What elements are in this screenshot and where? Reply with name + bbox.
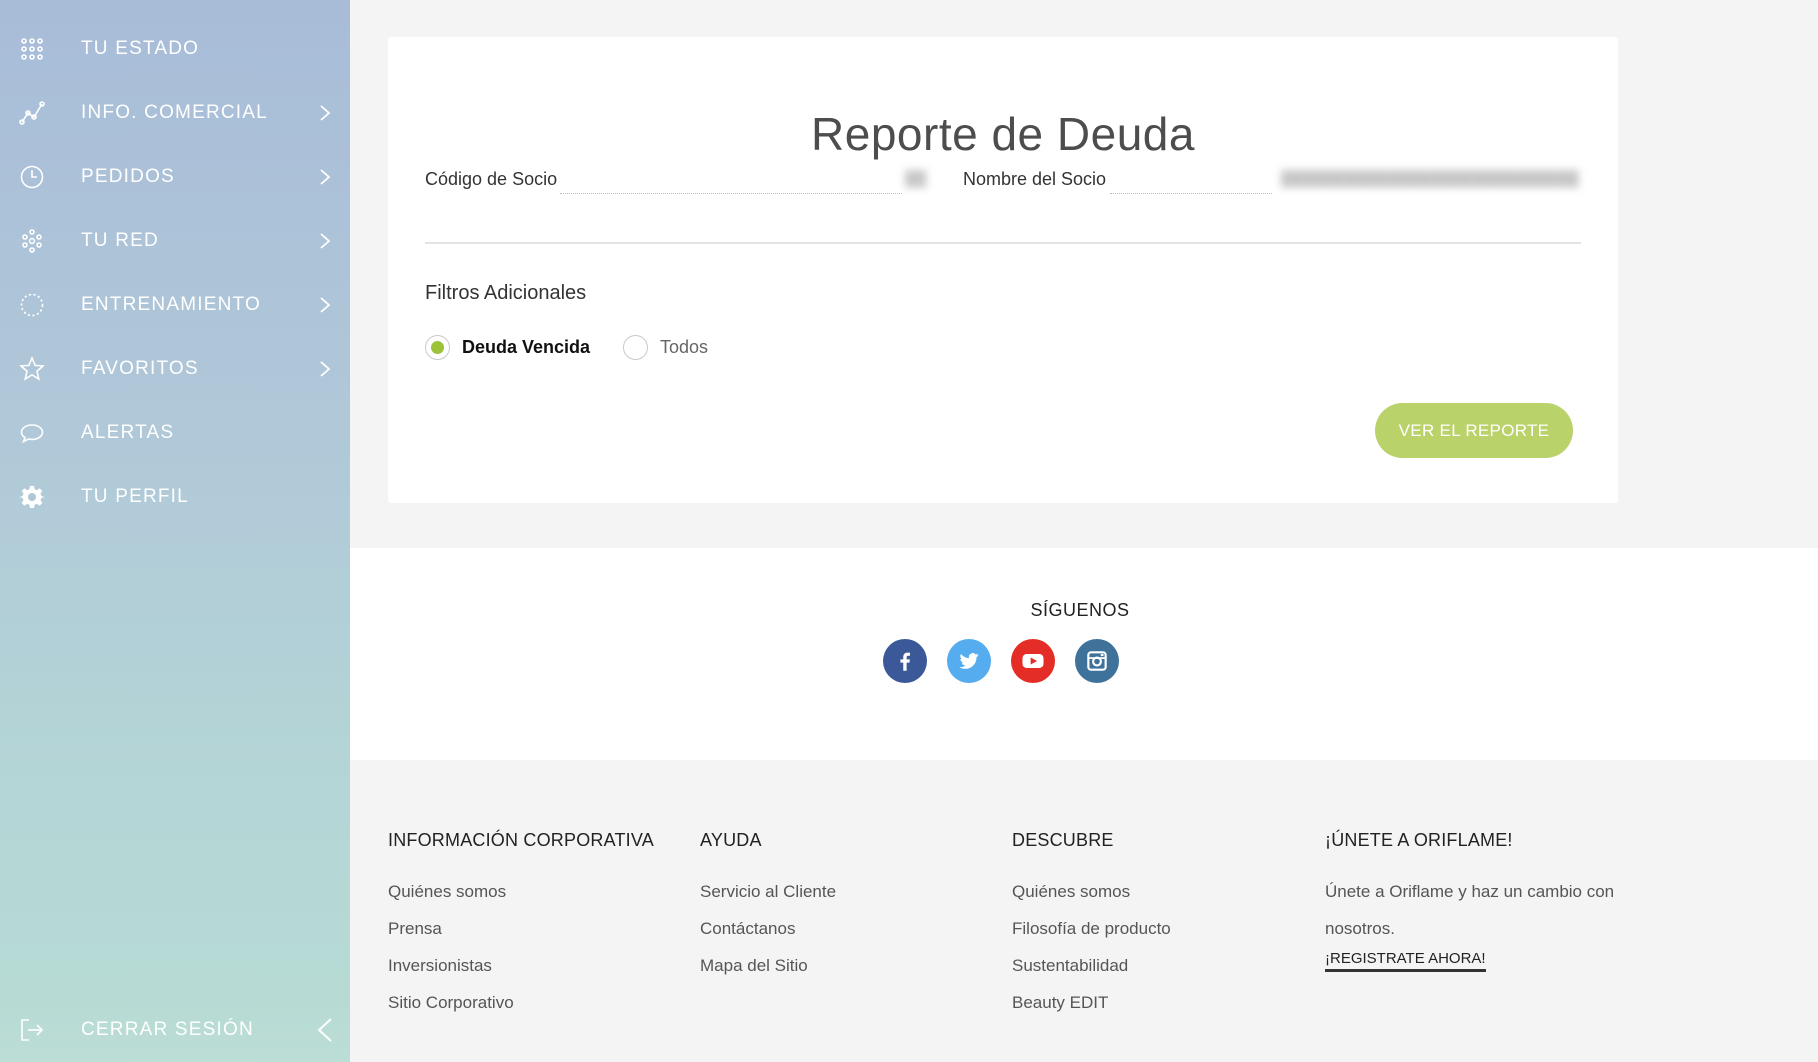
- chevron-left-icon: [317, 1018, 332, 1042]
- sidebar-item-label: FAVORITOS: [81, 358, 199, 379]
- sidebar-item-label: TU ESTADO: [81, 38, 200, 59]
- footer-column-help: AYUDA Servicio al Cliente Contáctanos Ma…: [700, 830, 990, 984]
- page-title: Reporte de Deuda: [811, 108, 1195, 160]
- footer-link[interactable]: Sustentabilidad: [1012, 947, 1302, 984]
- social-icons: [883, 639, 1119, 683]
- sidebar-item-pedidos[interactable]: PEDIDOS: [0, 145, 350, 209]
- facebook-icon[interactable]: [883, 639, 927, 683]
- report-card: Reporte de Deuda Código de Socio ██ Nomb…: [388, 37, 1618, 503]
- radio-todos[interactable]: Todos: [623, 335, 708, 360]
- sidebar-item-tu-estado[interactable]: TU ESTADO: [0, 17, 350, 81]
- filters-title: Filtros Adicionales: [425, 282, 587, 304]
- footer-link[interactable]: Prensa: [388, 910, 678, 947]
- partner-name-field: [1110, 193, 1272, 194]
- line-chart-icon: [18, 99, 46, 127]
- partner-name-value-redacted: ████████████████████████████: [1281, 170, 1579, 187]
- network-icon: [18, 227, 46, 255]
- grid-dots-icon: [18, 35, 46, 63]
- partner-code-field: [560, 193, 902, 194]
- register-now-link[interactable]: ¡REGISTRATE AHORA!: [1325, 950, 1486, 972]
- instagram-icon[interactable]: [1075, 639, 1119, 683]
- divider: [425, 242, 1581, 244]
- sidebar-item-label: INFO. COMERCIAL: [81, 102, 268, 123]
- radio-circle[interactable]: [623, 335, 648, 360]
- footer-link[interactable]: Servicio al Cliente: [700, 873, 990, 910]
- footer-link[interactable]: Quiénes somos: [388, 873, 678, 910]
- footer-heading: INFORMACIÓN CORPORATIVA: [388, 830, 654, 850]
- speech-bubble-icon: [18, 419, 46, 447]
- sidebar-item-tu-perfil[interactable]: TU PERFIL: [0, 465, 350, 529]
- radio-label: Deuda Vencida: [462, 337, 591, 357]
- footer: INFORMACIÓN CORPORATIVA Quiénes somos Pr…: [350, 760, 1818, 1062]
- footer-heading: ¡ÚNETE A ORIFLAME!: [1325, 830, 1513, 850]
- sidebar-item-label: TU PERFIL: [81, 486, 189, 507]
- partner-name-label: Nombre del Socio: [963, 169, 1107, 189]
- sidebar-item-alertas[interactable]: ALERTAS: [0, 401, 350, 465]
- collapse-sidebar-button[interactable]: [316, 1017, 334, 1043]
- logout-icon: [18, 1016, 46, 1044]
- chevron-right-icon: [318, 167, 332, 187]
- footer-heading: AYUDA: [700, 830, 762, 850]
- footer-column-corporate: INFORMACIÓN CORPORATIVA Quiénes somos Pr…: [388, 830, 678, 1021]
- sidebar-item-info-comercial[interactable]: INFO. COMERCIAL: [0, 81, 350, 145]
- footer-link[interactable]: Mapa del Sitio: [700, 947, 990, 984]
- chevron-right-icon: [318, 359, 332, 379]
- join-text: Únete a Oriflame y haz un cambio con nos…: [1325, 882, 1615, 938]
- sidebar-item-entrenamiento[interactable]: ENTRENAMIENTO: [0, 273, 350, 337]
- radio-circle-checked[interactable]: [425, 335, 450, 360]
- footer-column-discover: DESCUBRE Quiénes somos Filosofía de prod…: [1012, 830, 1302, 1021]
- sidebar-item-tu-red[interactable]: TU RED: [0, 209, 350, 273]
- logout-button[interactable]: CERRAR SESIÓN: [0, 998, 350, 1062]
- partner-code-label: Código de Socio: [425, 169, 558, 189]
- dotted-circle-icon: [18, 291, 46, 319]
- social-title: SÍGUENOS: [1030, 600, 1130, 620]
- footer-link[interactable]: Beauty EDIT: [1012, 984, 1302, 1021]
- sidebar: TU ESTADO INFO. COMERCIAL PEDIDOS TU RED…: [0, 0, 350, 1062]
- footer-heading: DESCUBRE: [1012, 830, 1114, 850]
- footer-link[interactable]: Inversionistas: [388, 947, 678, 984]
- footer-column-join: ¡ÚNETE A ORIFLAME! Únete a Oriflame y ha…: [1325, 830, 1645, 972]
- view-report-button[interactable]: VER EL REPORTE: [1375, 403, 1573, 458]
- sidebar-item-favoritos[interactable]: FAVORITOS: [0, 337, 350, 401]
- radio-deuda-vencida[interactable]: Deuda Vencida: [425, 335, 590, 360]
- logout-label: CERRAR SESIÓN: [81, 1019, 254, 1040]
- social-section: SÍGUENOS: [350, 548, 1818, 760]
- chevron-right-icon: [318, 103, 332, 123]
- partner-code-value-redacted: ██: [905, 170, 927, 187]
- sidebar-item-label: ALERTAS: [81, 422, 175, 443]
- chevron-right-icon: [318, 231, 332, 251]
- footer-link[interactable]: Contáctanos: [700, 910, 990, 947]
- sidebar-item-label: PEDIDOS: [81, 166, 175, 187]
- footer-link[interactable]: Sitio Corporativo: [388, 984, 678, 1021]
- clock-icon: [18, 163, 46, 191]
- star-icon: [18, 355, 46, 383]
- chevron-right-icon: [318, 295, 332, 315]
- footer-link[interactable]: Filosofía de producto: [1012, 910, 1302, 947]
- sidebar-item-label: ENTRENAMIENTO: [81, 294, 261, 315]
- twitter-icon[interactable]: [947, 639, 991, 683]
- radio-label: Todos: [660, 337, 709, 357]
- sidebar-item-label: TU RED: [81, 230, 159, 251]
- gear-icon: [18, 483, 46, 511]
- youtube-icon[interactable]: [1011, 639, 1055, 683]
- footer-link[interactable]: Quiénes somos: [1012, 873, 1302, 910]
